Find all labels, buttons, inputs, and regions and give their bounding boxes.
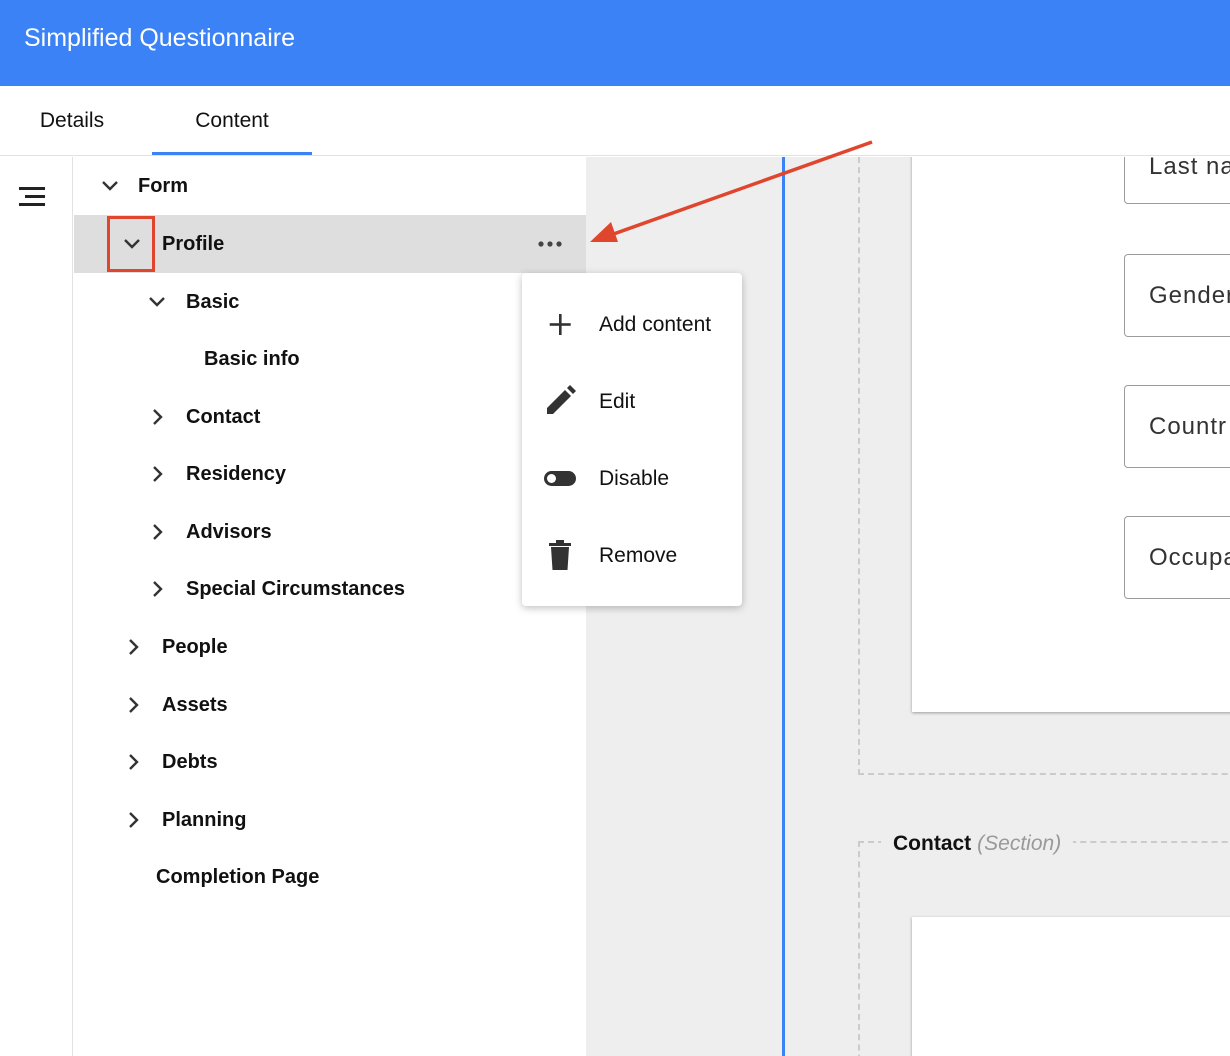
menu-item-edit[interactable]: Edit — [522, 363, 742, 440]
tree-item-label: Basic — [186, 291, 240, 313]
tree-item-label: Special Circumstances — [186, 578, 405, 600]
tree-item-form[interactable]: Form — [74, 157, 586, 215]
tree-item-debts[interactable]: Debts — [74, 733, 586, 791]
contact-section-header[interactable]: Contact (Section) — [881, 829, 1074, 859]
trash-icon — [549, 540, 571, 570]
menu-item-label: Add content — [599, 313, 712, 336]
chevron-right-icon[interactable] — [121, 808, 145, 832]
plus-icon — [549, 314, 571, 335]
menu-item-label: Remove — [599, 544, 678, 567]
tree-item-label: Basic info — [204, 348, 300, 370]
chevron-down-icon[interactable] — [98, 174, 122, 198]
gender-field[interactable]: Gender — [1124, 254, 1230, 337]
tree-item-label: Planning — [162, 809, 247, 831]
country-field[interactable]: Countr — [1124, 385, 1230, 468]
section-name: Contact — [893, 832, 972, 855]
tab-details[interactable]: Details — [0, 86, 144, 156]
chevron-right-icon[interactable] — [145, 462, 169, 486]
app-title: Simplified Questionnaire — [24, 24, 295, 52]
menu-item-add-content[interactable]: Add content — [522, 286, 742, 363]
last-name-field[interactable]: Last na — [1124, 157, 1230, 204]
chevron-right-icon[interactable] — [121, 750, 145, 774]
app-bar: Simplified Questionnaire — [0, 0, 1230, 86]
menu-icon[interactable] — [16, 185, 48, 209]
tree-item-contact[interactable]: Contact — [74, 388, 586, 446]
tree-item-special-circumstances[interactable]: Special Circumstances — [74, 560, 586, 618]
menu-item-remove[interactable]: Remove — [522, 517, 742, 594]
tab-bar: Details Content — [0, 86, 1230, 156]
toggle-icon — [544, 471, 576, 486]
tree-item-completion-page[interactable]: Completion Page — [74, 848, 586, 906]
tree-item-people[interactable]: People — [74, 618, 586, 676]
tree-item-label: Form — [138, 175, 188, 197]
tree-item-label: Residency — [186, 463, 287, 485]
tree-item-label: Contact — [186, 406, 261, 428]
content-tree: Form Profile Basic Basic info Contact Re… — [74, 157, 586, 1056]
tree-item-label: Profile — [162, 233, 225, 255]
active-tab-indicator — [152, 152, 312, 155]
chevron-right-icon[interactable] — [121, 693, 145, 717]
tree-item-label: Debts — [162, 751, 218, 773]
side-rail — [0, 157, 73, 1056]
tree-item-residency[interactable]: Residency — [74, 445, 586, 503]
tree-item-label: Assets — [162, 694, 228, 716]
tree-item-label: Advisors — [186, 521, 272, 543]
drop-indicator-line — [782, 157, 785, 1056]
more-options-icon[interactable] — [536, 232, 564, 256]
tab-content[interactable]: Content — [152, 86, 312, 156]
occupation-field[interactable]: Occupa — [1124, 516, 1230, 599]
tree-item-advisors[interactable]: Advisors — [74, 503, 586, 561]
contact-card — [912, 917, 1230, 1056]
chevron-right-icon[interactable] — [121, 635, 145, 659]
menu-item-disable[interactable]: Disable — [522, 440, 742, 517]
section-type: (Section) — [977, 832, 1062, 855]
chevron-down-icon[interactable] — [145, 290, 169, 314]
menu-item-label: Disable — [599, 467, 670, 490]
tree-item-label: Completion Page — [156, 866, 320, 888]
tree-item-label: People — [162, 636, 228, 658]
menu-item-label: Edit — [599, 390, 636, 413]
chevron-right-icon[interactable] — [145, 577, 169, 601]
annotation-highlight-box — [107, 216, 155, 272]
pencil-icon — [547, 385, 576, 414]
chevron-right-icon[interactable] — [145, 405, 169, 429]
tree-item-basic[interactable]: Basic — [74, 273, 586, 331]
tree-item-basic-info[interactable]: Basic info — [74, 330, 586, 388]
tree-item-planning[interactable]: Planning — [74, 791, 586, 849]
context-menu: Add content Edit Disable Remove — [522, 273, 742, 606]
tree-item-profile[interactable]: Profile — [74, 215, 586, 273]
chevron-right-icon[interactable] — [145, 520, 169, 544]
tree-item-assets[interactable]: Assets — [74, 676, 586, 734]
